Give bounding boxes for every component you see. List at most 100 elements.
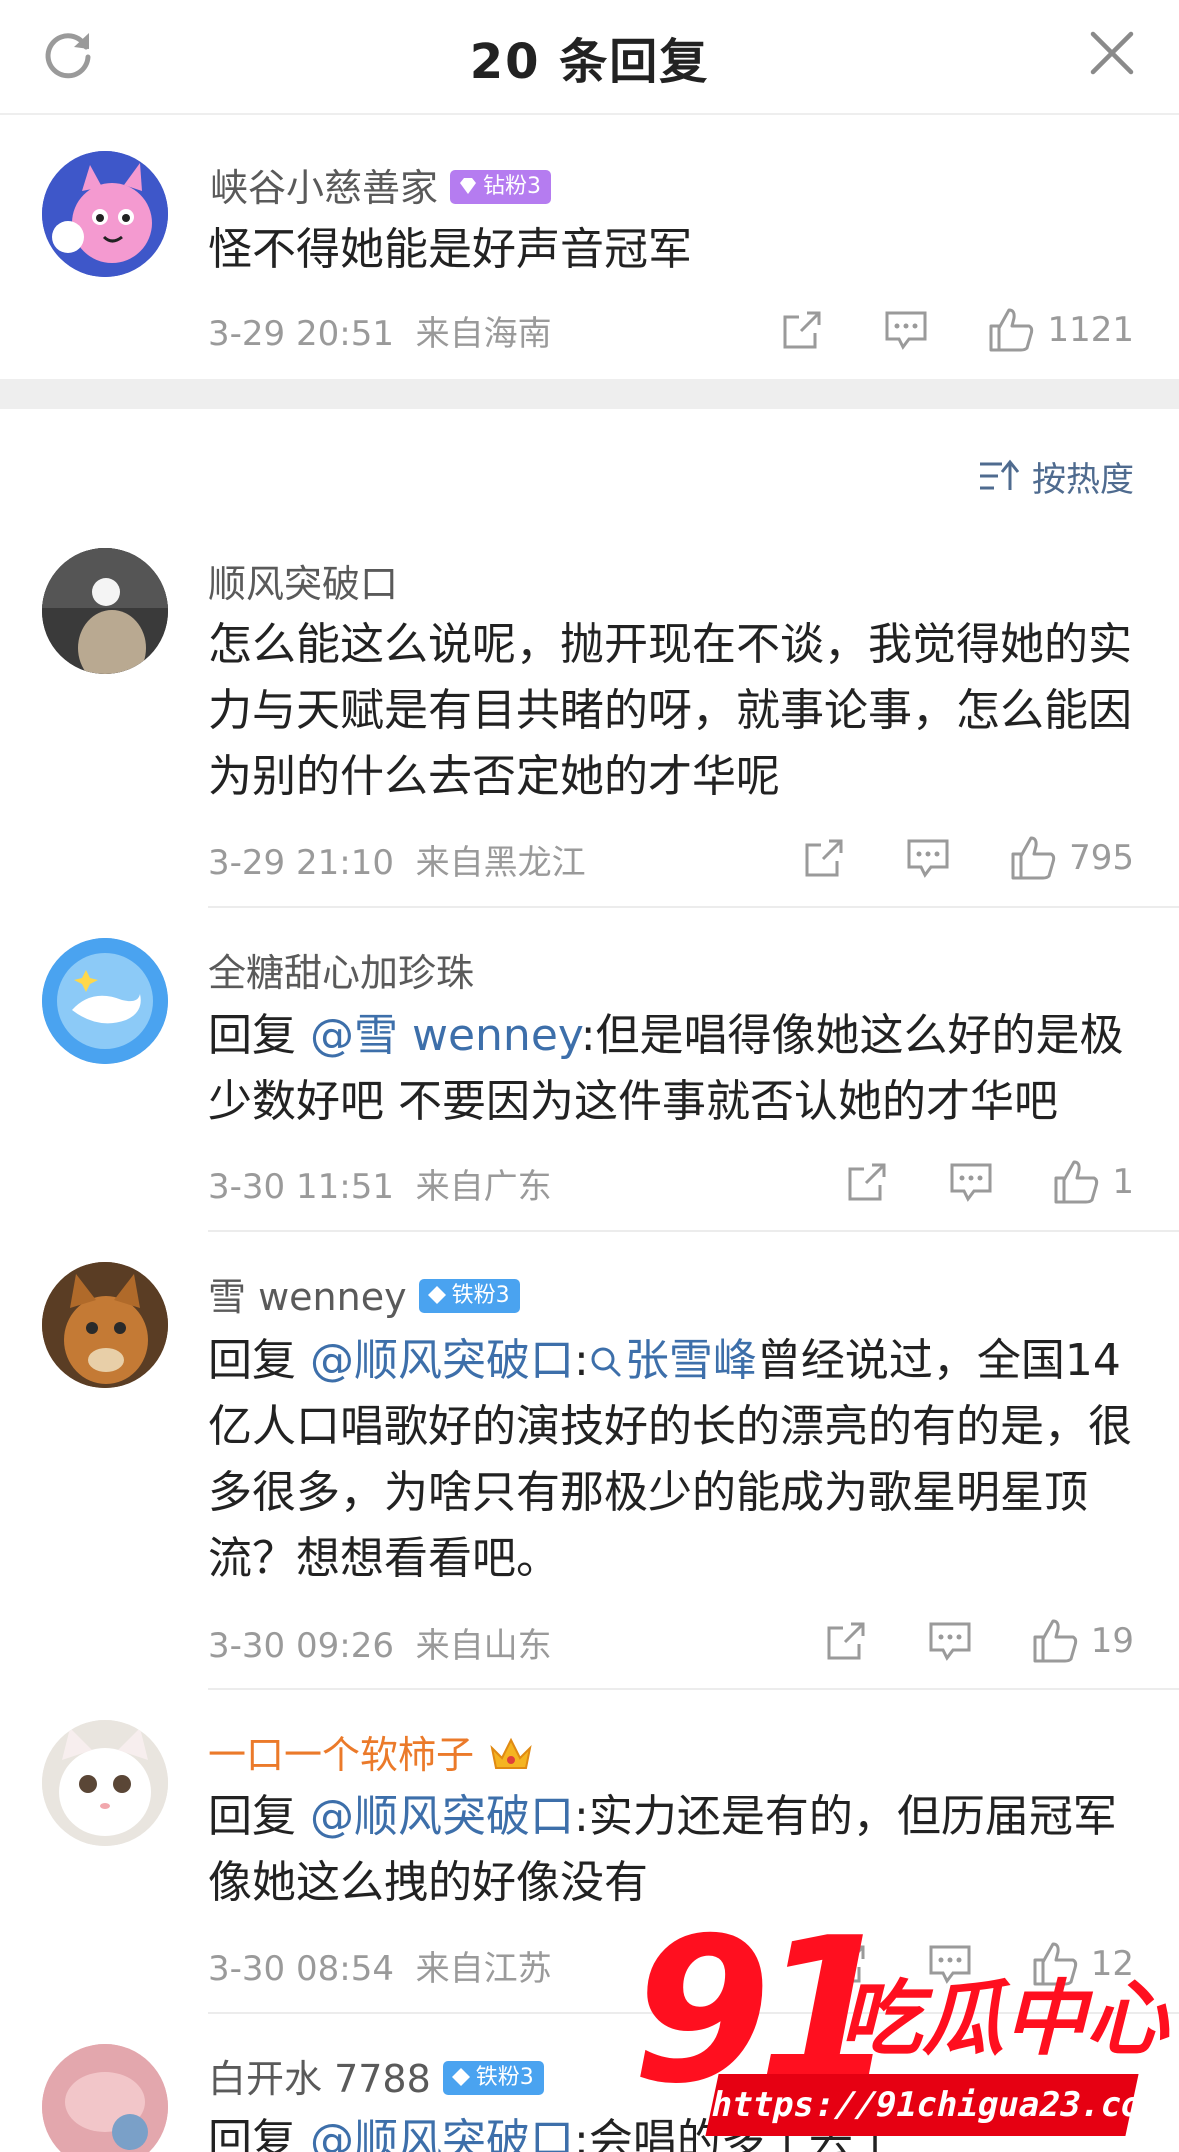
search-link-text[interactable]: 张雪峰 [625,1335,757,1386]
avatar[interactable] [42,548,168,674]
mention-link[interactable]: @顺风突破口 [310,2115,574,2152]
like-count: 795 [1069,838,1134,878]
reply-username[interactable]: 顺风突破口 [208,553,398,608]
username-text[interactable]: 白开水 7788 [208,2057,431,2101]
diamond-icon [427,1285,446,1304]
row-divider [208,1230,1179,1232]
sort-button[interactable]: 按热度 [978,452,1134,500]
reply-meta: 3-30 08:54 来自江苏 [208,1941,552,1990]
cartoon-avatar-icon [42,151,168,277]
like-icon[interactable] [1031,1617,1079,1665]
main-comment: 峡谷小慈善家 钻粉3 怪不得她能是好声音冠军 3-29 20:51 来自海南 11… [0,117,1179,379]
photo-avatar-icon [42,2044,168,2152]
reply-text: 回复 @顺风突破口:会唱的多了去了 [208,2108,1138,2152]
row-divider [208,906,1179,908]
sort-icon [980,459,1020,490]
like-icon[interactable] [1052,1158,1100,1206]
avatar[interactable] [42,151,168,277]
reply-username[interactable]: 雪 wenney 铁粉3 [208,1266,520,1321]
reply-username[interactable]: 一口一个软柿子 [208,1724,534,1779]
reply-prefix: 回复 [208,2115,310,2152]
reply-username[interactable]: 白开水 7788 铁粉3 [208,2048,544,2103]
search-link[interactable]: 张雪峰 [589,1335,757,1386]
comment-icon[interactable] [927,1618,973,1664]
badge-label: 铁粉3 [475,2064,534,2090]
share-icon[interactable] [844,1159,890,1205]
row-divider [208,1688,1179,1690]
badge-label: 钻粉3 [483,173,542,199]
reply-text: 回复 @顺风突破口: 张雪峰曾经说过，全国14亿人口唱歌好的演技好的长的漂亮的有的… [208,1328,1138,1592]
comment-text: 怪不得她能是好声音冠军 [208,224,692,275]
row-divider [208,2012,1179,2014]
like-count: 19 [1090,1621,1134,1661]
comment-actions: 1121 [779,305,1134,355]
username-text[interactable]: 一口一个软柿子 [208,1733,474,1777]
page-title: 20 条回复 [469,34,710,90]
whale-avatar-icon [42,938,168,1064]
crown-icon [490,1737,532,1769]
reply-meta: 3-30 09:26 来自山东 [208,1618,552,1667]
avatar[interactable] [42,1262,168,1388]
fan-badge: 铁粉3 [442,2060,544,2095]
reply-location: 来自广东 [415,1167,552,1207]
kitten-avatar-icon [42,1720,168,1846]
reply-text: 怎么能这么说呢，抛开现在不谈，我觉得她的实力与天赋是有目共睹的呀，就事论事，怎么… [208,619,1132,802]
comment-location: 来自海南 [415,314,552,354]
comment-icon[interactable] [883,307,929,353]
fan-badge: 钻粉3 [450,169,552,204]
username-text[interactable]: 雪 wenney [208,1275,407,1319]
reply-actions: 19 [823,1616,1134,1666]
like-count: 12 [1090,1944,1134,1984]
reply-time: 3-30 08:54 [208,1949,394,1989]
like-icon[interactable] [1031,1940,1079,1988]
share-icon[interactable] [801,835,847,881]
reply-actions: 1 [844,1157,1134,1207]
mention-separator: : [574,1335,589,1386]
reply-username[interactable]: 全糖甜心加珍珠 [208,942,474,997]
reply-actions: 12 [823,1939,1134,1989]
reply-actions: 795 [801,833,1134,883]
mention-link[interactable]: @顺风突破口 [310,1791,574,1842]
diamond-icon [460,177,477,194]
avatar[interactable] [42,1720,168,1846]
avatar[interactable] [42,2044,168,2152]
diamond-icon [451,2067,470,2086]
photo-avatar-icon [42,548,168,674]
reply-location: 来自江苏 [415,1949,552,1989]
avatar[interactable] [42,938,168,1064]
share-icon[interactable] [779,307,825,353]
comment-username[interactable]: 峡谷小慈善家 钻粉3 [210,157,552,212]
comment-time: 3-29 20:51 [208,314,394,354]
reply-meta: 3-30 11:51 来自广东 [208,1159,552,1208]
comment-icon[interactable] [927,1941,973,1987]
reply-time: 3-29 21:10 [208,843,394,883]
mention-link[interactable]: @顺风突破口 [310,1335,574,1386]
comment-icon[interactable] [905,835,951,881]
reply-prefix: 回复 [208,1335,310,1386]
comment-icon[interactable] [948,1159,994,1205]
reply-body: :会唱的多了去了 [574,2115,897,2152]
search-icon [591,1347,621,1377]
sort-label: 按热度 [1032,459,1134,500]
like-icon[interactable] [987,306,1035,354]
fan-badge: 铁粉3 [418,1278,520,1313]
section-divider [0,379,1179,409]
reply-time: 3-30 11:51 [208,1167,394,1207]
close-icon[interactable] [1087,28,1137,78]
share-icon[interactable] [823,1618,869,1664]
reply-prefix: 回复 [208,1010,310,1061]
like-count: 1 [1112,1162,1134,1202]
reply-prefix: 回复 [208,1791,310,1842]
username-text[interactable]: 峡谷小慈善家 [210,166,438,210]
reply-time: 3-30 09:26 [208,1626,394,1666]
share-icon[interactable] [823,1941,869,1987]
header-bar: 20 条回复 [0,0,1179,115]
badge-label: 铁粉3 [451,1282,510,1308]
comment-meta: 3-29 20:51 来自海南 [208,306,552,355]
cat-avatar-icon [42,1262,168,1388]
reply-location: 来自黑龙江 [415,843,586,883]
like-count: 1121 [1047,310,1134,350]
mention-link[interactable]: @雪 wenney [310,1010,581,1061]
reply-location: 来自山东 [415,1626,552,1666]
like-icon[interactable] [1009,834,1057,882]
